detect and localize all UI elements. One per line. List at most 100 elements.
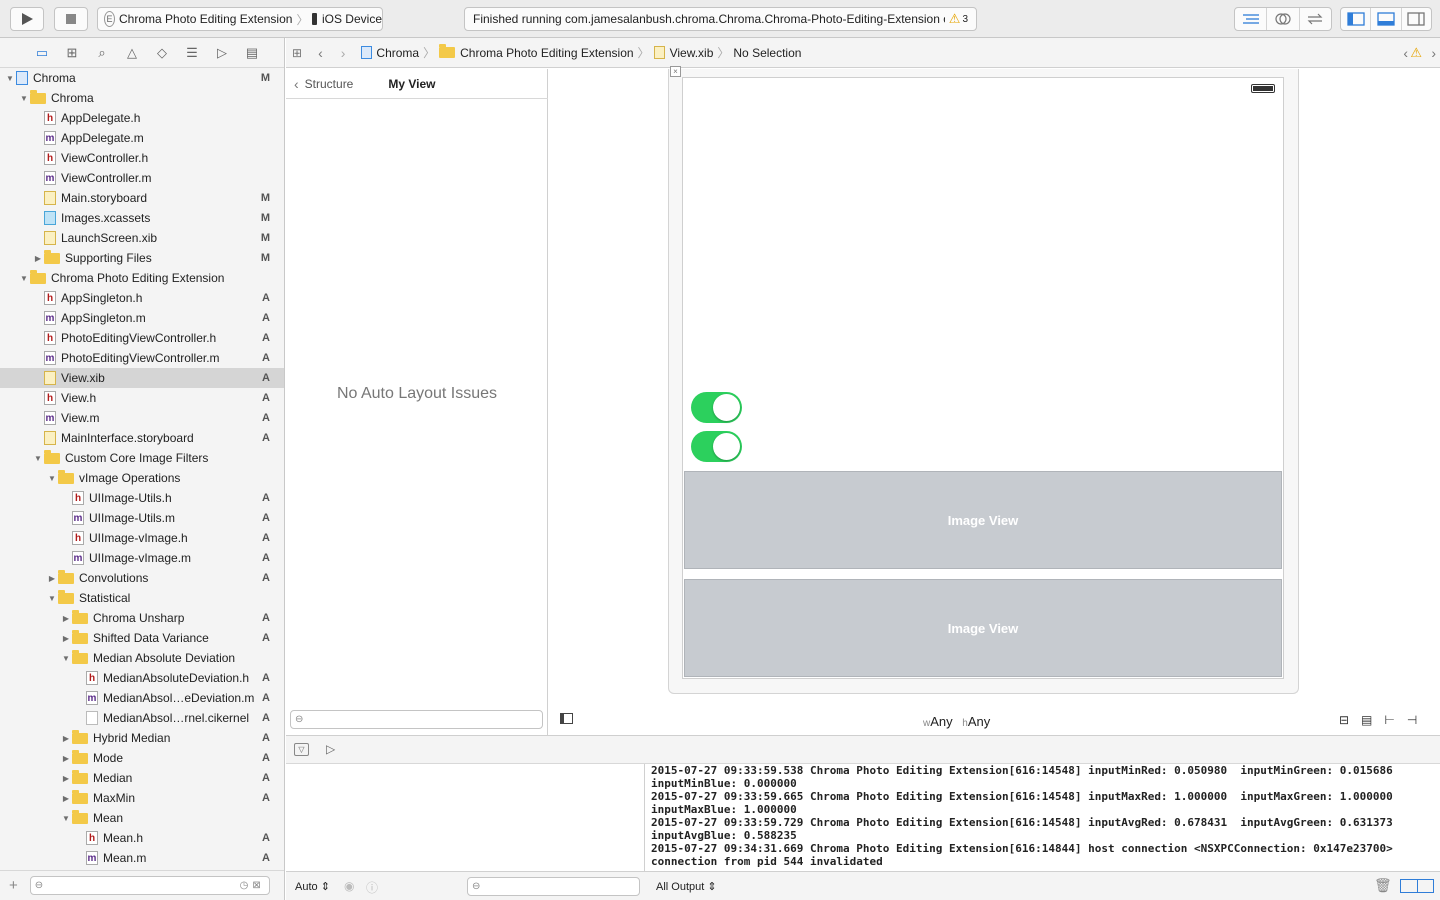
toggle-switch-2[interactable] (691, 431, 742, 462)
standard-editor-button[interactable] (1235, 8, 1268, 30)
issue-tab-icon[interactable]: △ (117, 45, 147, 61)
nav-file-row[interactable]: m MedianAbsol…eDeviation.m A (0, 688, 284, 708)
scheme-selector[interactable]: E Chroma Photo Editing Extension 〉 iOS D… (97, 7, 383, 31)
toggle-navigator-button[interactable] (1341, 8, 1372, 30)
run-button[interactable] (10, 7, 44, 31)
nav-file-row[interactable]: MainInterface.storyboard A (0, 428, 284, 448)
nav-file-row[interactable]: m Mean.m A (0, 848, 284, 868)
version-editor-button[interactable] (1300, 8, 1331, 30)
assistant-editor-button[interactable] (1267, 8, 1300, 30)
nav-group-row[interactable]: ▶ Convolutions A (0, 568, 284, 588)
nav-file-row[interactable]: m ViewController.m (0, 168, 284, 188)
forward-arrow-icon[interactable]: › (341, 45, 346, 61)
nav-group-row[interactable]: ▼ Custom Core Image Filters (0, 448, 284, 468)
nav-group-row[interactable]: ▶ Supporting Files M (0, 248, 284, 268)
nav-file-row[interactable]: View.xib A (0, 368, 284, 388)
disclosure-down-icon[interactable]: ▼ (46, 594, 58, 603)
search-tab-icon[interactable]: ⌕ (87, 45, 117, 61)
left-pane-icon[interactable] (1401, 880, 1418, 892)
debug-tab-icon[interactable]: ☰ (177, 45, 207, 61)
nav-group-row[interactable]: ▼ Statistical (0, 588, 284, 608)
breakpoint-tab-icon[interactable]: ▷ (207, 45, 237, 61)
trash-icon[interactable]: 🗑 (1374, 877, 1392, 894)
variables-filter-field[interactable]: ⊖ (467, 877, 640, 896)
split-view-toggle[interactable] (1400, 879, 1434, 893)
right-pane-icon[interactable] (1418, 880, 1434, 892)
hide-debug-icon[interactable]: ▽ (294, 743, 309, 756)
crumb-selection[interactable]: No Selection (733, 46, 801, 60)
disclosure-right-icon[interactable]: ▶ (32, 254, 44, 263)
close-scene-icon[interactable]: × (670, 66, 681, 77)
nav-file-row[interactable]: Images.xcassets M (0, 208, 284, 228)
nav-file-row[interactable]: h AppSingleton.h A (0, 288, 284, 308)
symbol-tab-icon[interactable]: ⊞ (57, 45, 87, 61)
nav-group-row[interactable]: ▶ Median A (0, 768, 284, 788)
image-view-1[interactable]: Image View (684, 471, 1282, 569)
disclosure-down-icon[interactable]: ▼ (18, 274, 30, 283)
crumb-project[interactable]: Chroma (376, 46, 419, 60)
nav-file-row[interactable]: h UIImage-vImage.h A (0, 528, 284, 548)
nav-file-row[interactable]: h View.h A (0, 388, 284, 408)
report-tab-icon[interactable]: ▤ (237, 45, 267, 61)
nav-file-row[interactable]: LaunchScreen.xib M (0, 228, 284, 248)
nav-file-row[interactable]: m AppSingleton.m A (0, 308, 284, 328)
crumb-file[interactable]: View.xib (670, 46, 714, 60)
toggle-utilities-button[interactable] (1402, 8, 1431, 30)
nav-group-row[interactable]: ▶ Mode A (0, 748, 284, 768)
variables-mode-select[interactable]: Auto ⇕ (295, 880, 330, 893)
info-icon[interactable]: ⓘ (366, 879, 378, 896)
output-mode-select[interactable]: All Output ⇕ (656, 880, 717, 893)
recent-scm-filter-icons[interactable]: ◷⊠ (240, 880, 265, 891)
disclosure-right-icon[interactable]: ▶ (60, 614, 72, 623)
nav-group-row[interactable]: ▼ Chroma Photo Editing Extension (0, 268, 284, 288)
nav-group-row[interactable]: ▼ Chroma (0, 88, 284, 108)
nav-group-row[interactable]: ▼ Mean (0, 808, 284, 828)
folder-tab-icon[interactable]: ▭ (27, 45, 57, 61)
disclosure-down-icon[interactable]: ▼ (46, 474, 58, 483)
nav-file-row[interactable]: m PhotoEditingViewController.m A (0, 348, 284, 368)
nav-group-row[interactable]: ▶ MaxMin A (0, 788, 284, 808)
layout-tools-icons[interactable]: ⊟▤⊢⊣ (1339, 713, 1429, 727)
disclosure-right-icon[interactable]: ▶ (60, 754, 72, 763)
nav-file-row[interactable]: h MedianAbsoluteDeviation.h A (0, 668, 284, 688)
back-arrow-icon[interactable]: ‹ (318, 45, 323, 61)
related-items-icon[interactable]: ⊞ (292, 46, 302, 60)
disclosure-down-icon[interactable]: ▼ (32, 454, 44, 463)
nav-group-row[interactable]: ▶ Shifted Data Variance A (0, 628, 284, 648)
structure-back-button[interactable]: Structure (305, 77, 354, 91)
nav-file-row[interactable]: h UIImage-Utils.h A (0, 488, 284, 508)
toggle-debug-button[interactable] (1371, 8, 1402, 30)
back-chevron-icon[interactable]: ‹ (294, 76, 299, 92)
nav-group-row[interactable]: ▼ Chroma M (0, 68, 284, 88)
test-tab-icon[interactable]: ◇ (147, 45, 177, 61)
image-view-2[interactable]: Image View (684, 579, 1282, 677)
navigator-filter-field[interactable]: ⊖ ◷⊠ (29, 876, 270, 895)
nav-file-row[interactable]: m AppDelegate.m (0, 128, 284, 148)
nav-group-row[interactable]: ▼ Median Absolute Deviation (0, 648, 284, 668)
add-file-icon[interactable]: + (9, 877, 18, 894)
nav-group-row[interactable]: ▶ Chroma Unsharp A (0, 608, 284, 628)
previous-issue-icon[interactable]: ‹ (1403, 45, 1408, 61)
nav-file-row[interactable]: m UIImage-vImage.m A (0, 548, 284, 568)
activity-viewer[interactable]: Finished running com.jamesalanbush.chrom… (464, 7, 977, 31)
disclosure-right-icon[interactable]: ▶ (60, 734, 72, 743)
nav-file-row[interactable]: h PhotoEditingViewController.h A (0, 328, 284, 348)
disclosure-right-icon[interactable]: ▶ (60, 634, 72, 643)
disclosure-right-icon[interactable]: ▶ (60, 774, 72, 783)
next-issue-icon[interactable]: › (1431, 45, 1436, 61)
nav-file-row[interactable]: m View.m A (0, 408, 284, 428)
disclosure-right-icon[interactable]: ▶ (46, 574, 58, 583)
nav-group-row[interactable]: ▼ vImage Operations (0, 468, 284, 488)
nav-file-row[interactable]: h AppDelegate.h (0, 108, 284, 128)
outline-filter-field[interactable]: ⊖ (290, 710, 543, 729)
nav-group-row[interactable]: ▶ Hybrid Median A (0, 728, 284, 748)
nav-file-row[interactable]: h Mean.h A (0, 828, 284, 848)
toggle-outline-icon[interactable] (560, 713, 573, 724)
disclosure-down-icon[interactable]: ▼ (60, 654, 72, 663)
disclosure-down-icon[interactable]: ▼ (18, 94, 30, 103)
eye-icon[interactable]: ◉ (344, 879, 354, 893)
nav-file-row[interactable]: MedianAbsol…rnel.cikernel A (0, 708, 284, 728)
size-class-control[interactable]: wAny hAny (923, 714, 990, 729)
warning-icon[interactable]: ⚠ (1410, 45, 1422, 61)
disclosure-right-icon[interactable]: ▶ (60, 794, 72, 803)
